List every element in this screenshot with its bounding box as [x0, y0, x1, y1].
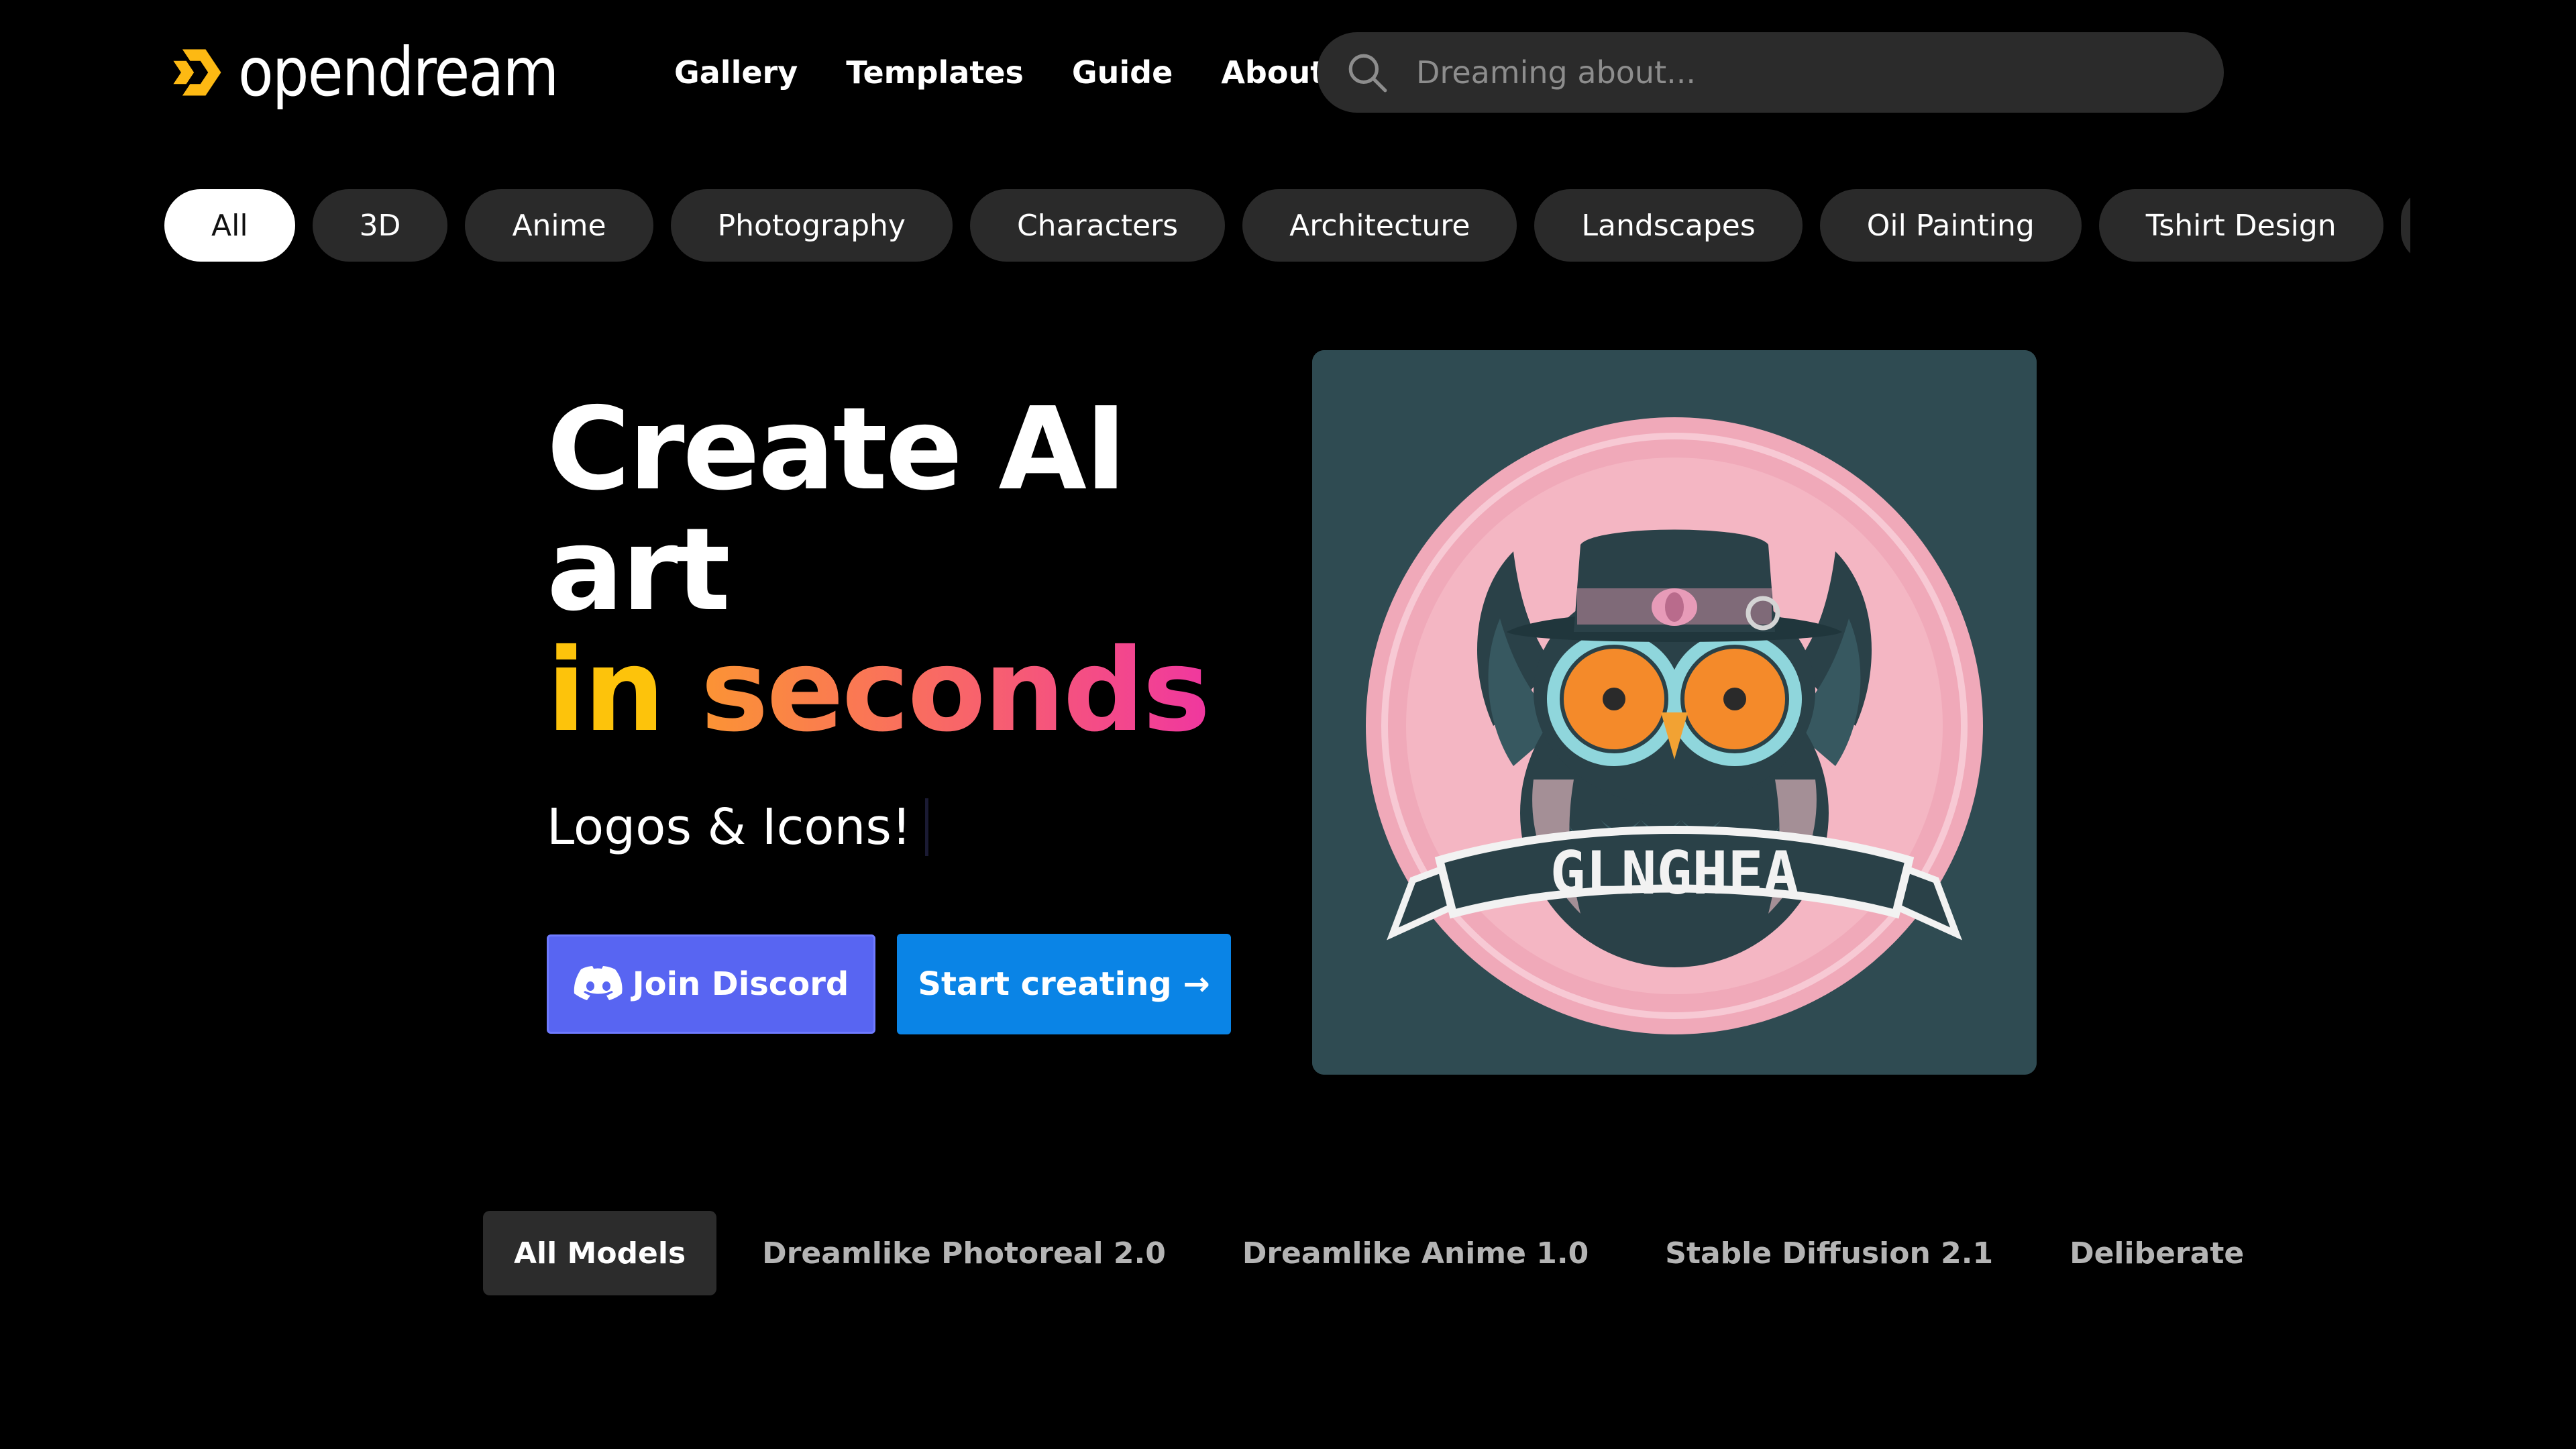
tab-dreamlike-photoreal[interactable]: Dreamlike Photoreal 2.0 [731, 1211, 1197, 1295]
chip-photography[interactable]: Photography [670, 189, 953, 262]
chip-landscapes[interactable]: Landscapes [1534, 189, 1803, 262]
search-icon [1348, 54, 1387, 93]
hero-subtitle: Logos & Icons! [547, 798, 1311, 856]
hero-title-seconds: seconds [700, 625, 1210, 757]
chip-oil-painting[interactable]: Oil Painting [1819, 189, 2082, 262]
chip-more[interactable] [2400, 189, 2410, 262]
brand-name: opendream [238, 33, 559, 111]
hero-title-in: in [547, 625, 665, 757]
brand-logo-link[interactable]: opendream [164, 39, 634, 106]
hero-title: Create AI art in seconds [547, 389, 1311, 751]
nav-gallery[interactable]: Gallery [674, 54, 798, 91]
tab-all-models[interactable]: All Models [483, 1211, 717, 1295]
main-nav: Gallery Templates Guide About [674, 54, 1373, 91]
search-input[interactable] [1415, 54, 2155, 91]
hero-subtitle-text: Logos & Icons! [547, 798, 912, 856]
hero-section: Create AI art in seconds Logos & Icons! … [547, 389, 1311, 1034]
chip-anime[interactable]: Anime [465, 189, 653, 262]
tab-stable-diffusion[interactable]: Stable Diffusion 2.1 [1634, 1211, 2024, 1295]
tab-deliberate[interactable]: Deliberate [2039, 1211, 2275, 1295]
hero-title-line2: art [547, 504, 731, 637]
top-header: opendream Gallery Templates Guide About [164, 32, 2224, 113]
hero-title-line1: Create AI [547, 383, 1127, 516]
nav-about[interactable]: About [1221, 54, 1325, 91]
chip-architecture[interactable]: Architecture [1242, 189, 1517, 262]
chip-characters[interactable]: Characters [969, 189, 1226, 262]
cta-row: Join Discord Start creating → [547, 934, 1311, 1034]
join-discord-label: Join Discord [632, 965, 849, 1003]
hero-artwork: GLNGHEA [1312, 350, 2037, 1075]
hero-title-line3: in seconds [547, 631, 1311, 751]
start-creating-button[interactable]: Start creating → [897, 934, 1231, 1034]
nav-templates[interactable]: Templates [846, 54, 1024, 91]
nav-guide[interactable]: Guide [1072, 54, 1173, 91]
owl-logo-image: GLNGHEA [1312, 350, 2037, 1075]
chip-3d[interactable]: 3D [312, 189, 448, 262]
search-bar [1317, 32, 2224, 113]
tab-dreamlike-anime[interactable]: Dreamlike Anime 1.0 [1212, 1211, 1619, 1295]
join-discord-button[interactable]: Join Discord [547, 934, 875, 1034]
category-chips: All 3D Anime Photography Characters Arch… [164, 189, 2410, 262]
banner-text: GLNGHEA [1550, 839, 1799, 908]
typing-caret [924, 798, 928, 856]
model-tabs: All Models Dreamlike Photoreal 2.0 Dream… [483, 1211, 2290, 1295]
chip-tshirt-design[interactable]: Tshirt Design [2098, 189, 2383, 262]
opendream-logo-icon [173, 49, 221, 96]
chip-all[interactable]: All [164, 189, 295, 262]
page: opendream Gallery Templates Guide About … [0, 0, 2576, 1449]
discord-icon [574, 966, 623, 1000]
